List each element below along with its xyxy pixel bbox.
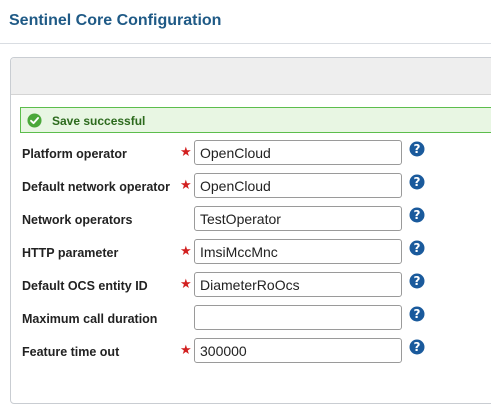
svg-text:?: ? [414,274,421,288]
svg-text:?: ? [414,208,421,222]
title-bar: Sentinel Core Configuration [0,0,491,44]
question-mark-icon[interactable]: ? [409,306,425,322]
default-network-operator-input[interactable] [194,173,402,198]
field-label: Maximum call duration [22,312,158,326]
question-mark-icon[interactable]: ? [409,174,425,190]
field-label: HTTP parameter [22,246,119,260]
page-title: Sentinel Core Configuration [9,12,222,29]
form-row-default-ocs-entity-id: Default OCS entity ID ★ ? [0,272,491,298]
svg-text:?: ? [414,142,421,156]
field-label: Default OCS entity ID [22,279,148,293]
default-ocs-entity-id-input[interactable] [194,272,402,297]
field-label: Platform operator [22,147,127,161]
required-star-icon: ★ [180,144,192,159]
form-row-feature-time-out: Feature time out ★ ? [0,338,491,364]
platform-operator-input[interactable] [194,140,402,165]
http-parameter-input[interactable] [194,239,402,264]
svg-text:?: ? [414,175,421,189]
form-row-platform-operator: Platform operator ★ ? [0,140,491,166]
maximum-call-duration-input[interactable] [194,305,402,330]
field-label: Network operators [22,213,133,227]
form-row-network-operators: Network operators ? [0,206,491,232]
feature-time-out-input[interactable] [194,338,402,363]
success-message: Save successful [52,114,146,128]
question-mark-icon[interactable]: ? [409,339,425,355]
form-row-http-parameter: HTTP parameter ★ ? [0,239,491,265]
question-mark-icon[interactable]: ? [409,240,425,256]
svg-text:?: ? [414,307,421,321]
form-row-maximum-call-duration: Maximum call duration ? [0,305,491,331]
required-star-icon: ★ [180,177,192,192]
field-label: Feature time out [22,345,120,359]
required-star-icon: ★ [180,276,192,291]
question-mark-icon[interactable]: ? [409,273,425,289]
required-star-icon: ★ [180,342,192,357]
question-mark-icon[interactable]: ? [409,141,425,157]
check-circle-icon [27,113,42,128]
required-star-icon: ★ [180,243,192,258]
question-mark-icon[interactable]: ? [409,207,425,223]
network-operators-input[interactable] [194,206,402,231]
svg-text:?: ? [414,241,421,255]
success-banner: Save successful [20,107,491,133]
panel-header [11,58,491,95]
field-label: Default network operator [22,180,170,194]
svg-text:?: ? [414,340,421,354]
form-row-default-network-operator: Default network operator ★ ? [0,173,491,199]
